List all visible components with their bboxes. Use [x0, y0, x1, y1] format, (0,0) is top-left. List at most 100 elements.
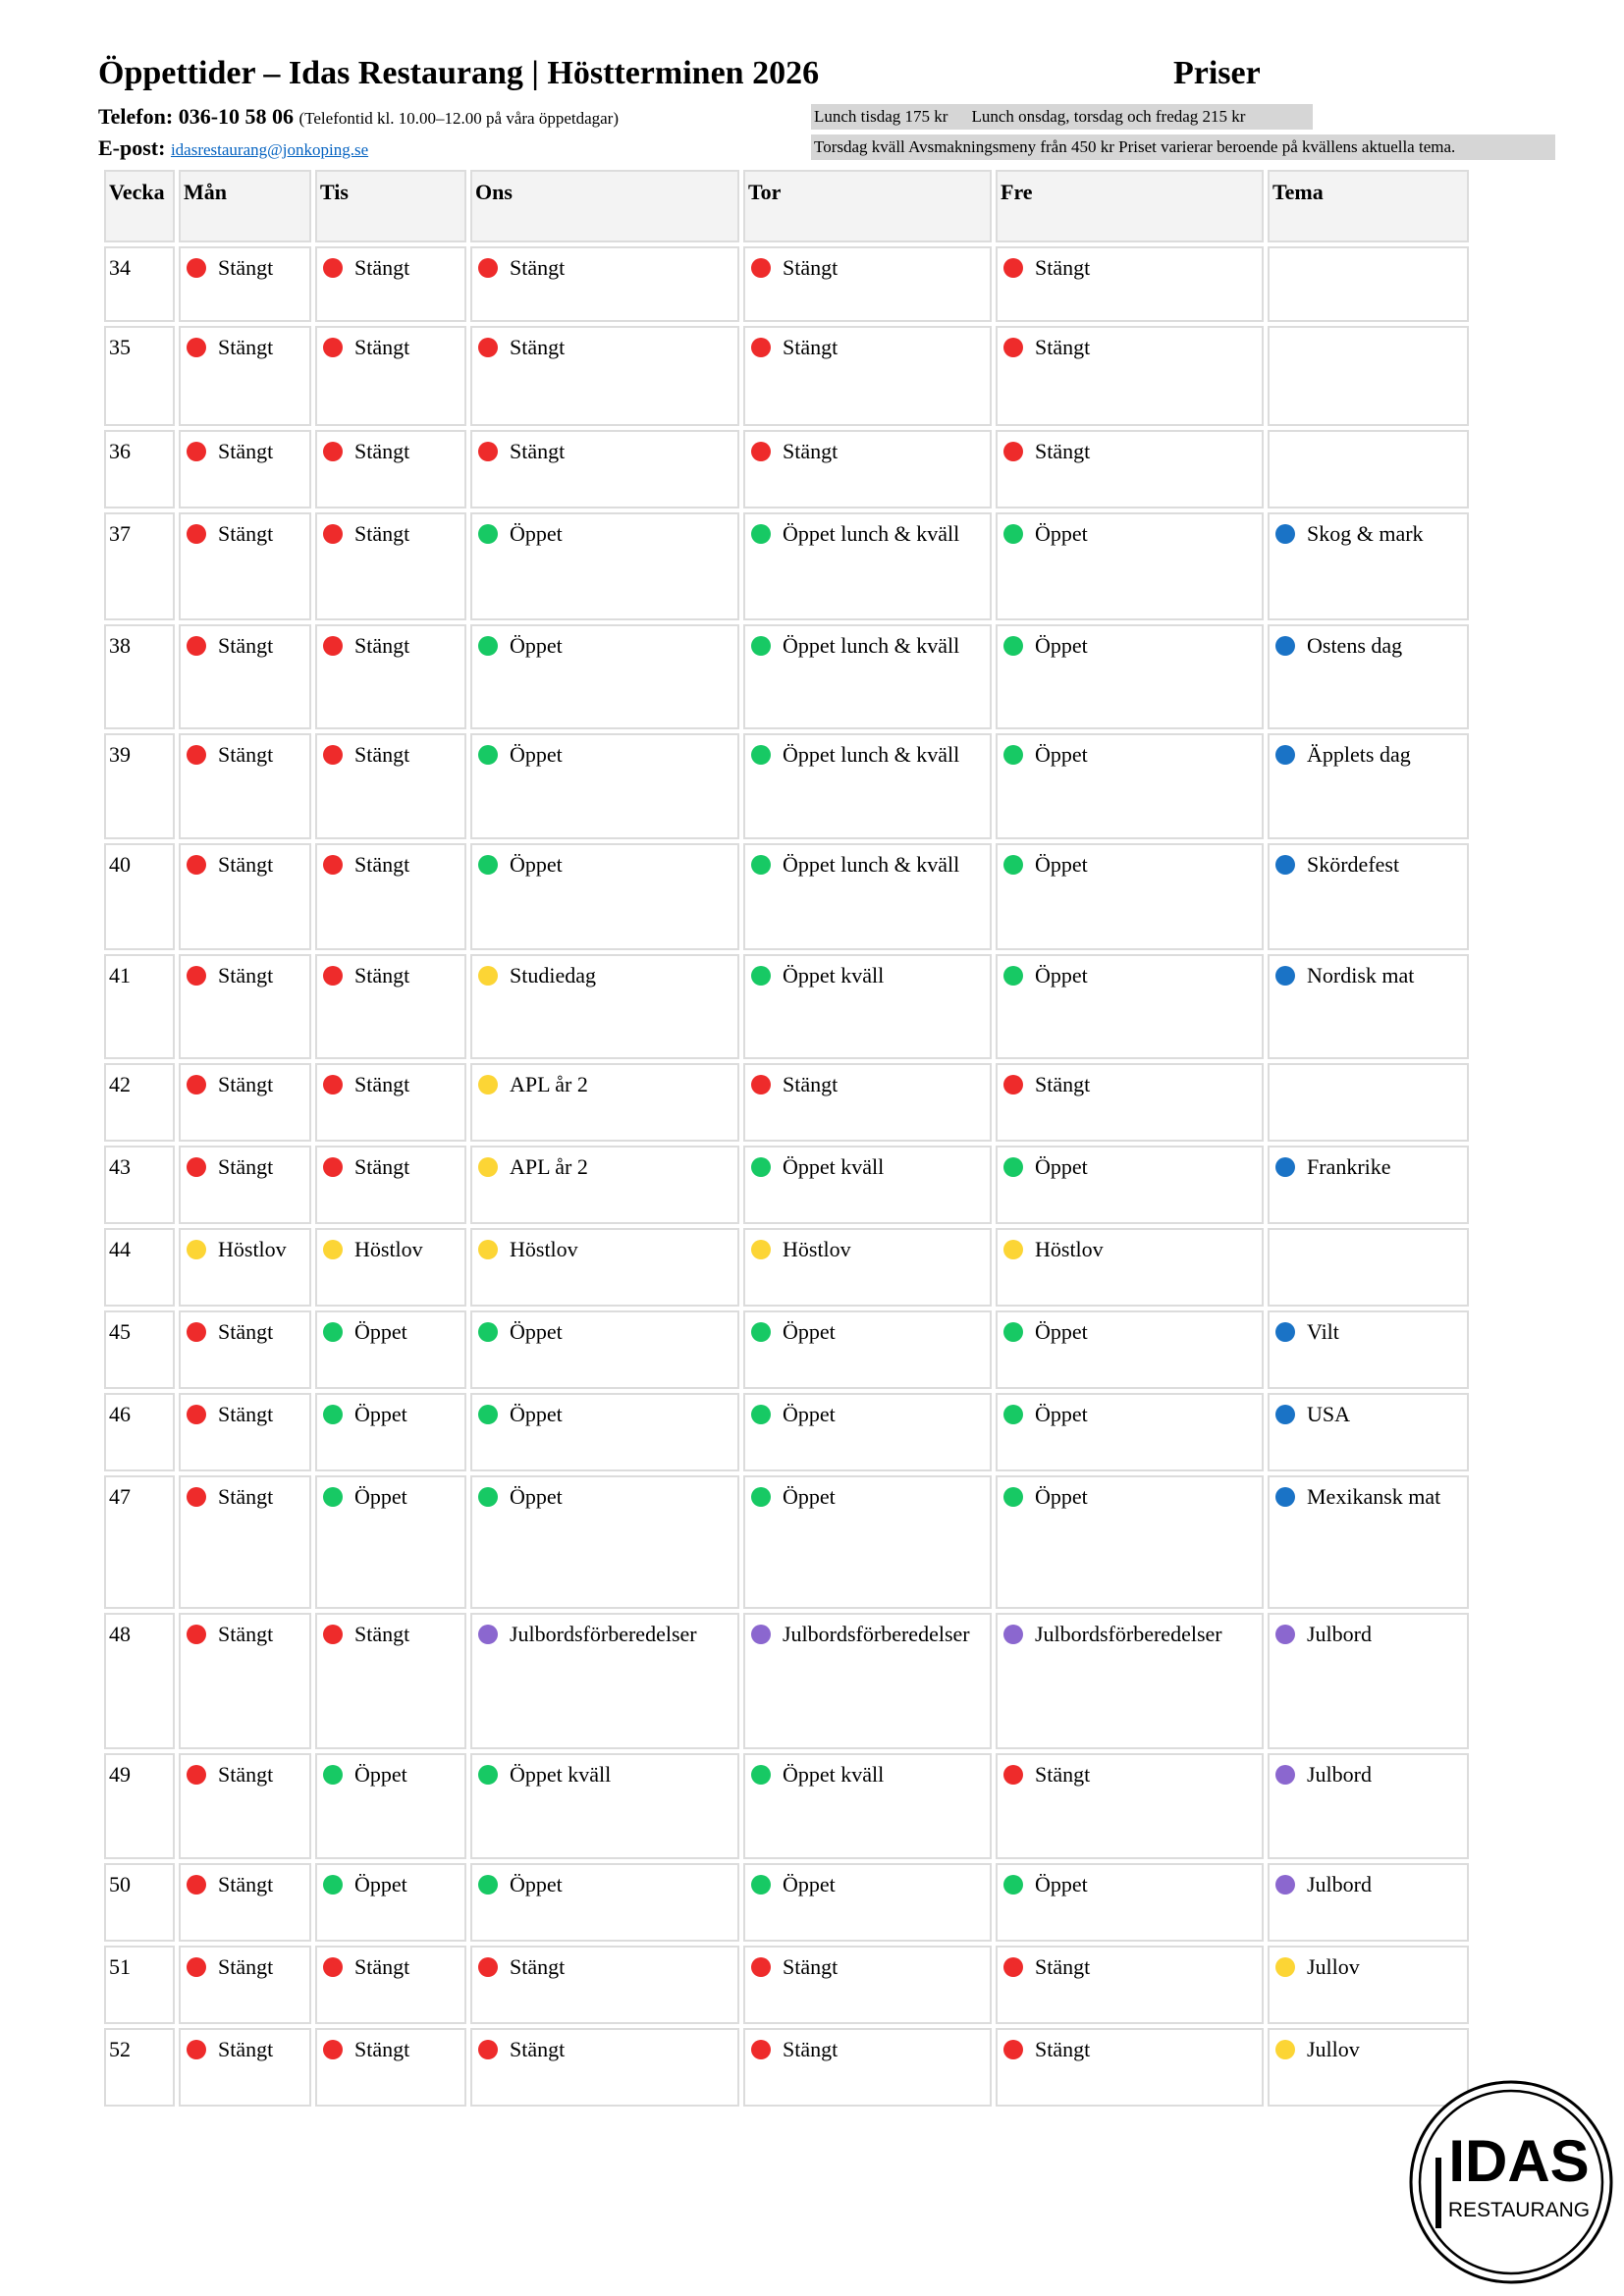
status-label: Stängt [510, 255, 566, 280]
status-label: Stängt [218, 1954, 274, 1979]
table-row: 49 Stängt Öppet Öppet kväll Öppet kväll Stäng… [104, 1753, 1469, 1859]
mon-status-cell: Stängt [179, 1613, 311, 1749]
fri-status-cell: Stängt [996, 326, 1264, 426]
status-dot-icon [187, 258, 206, 278]
phone-number[interactable]: 036-10 58 06 [179, 104, 294, 129]
status-dot-icon [323, 1157, 343, 1177]
wed-status-cell: Stängt [470, 1946, 739, 2024]
status-dot-icon [1003, 636, 1023, 656]
status-label: Öppet [1035, 963, 1088, 988]
status-dot-icon [187, 966, 206, 986]
fri-status-cell: Öppet [996, 843, 1264, 950]
tue-status-cell: Stängt [315, 512, 466, 620]
theme-cell [1268, 246, 1469, 322]
table-row: 38 Stängt Stängt Öppet Öppet lunch & kväll Öp… [104, 624, 1469, 729]
status-dot-icon [1275, 1957, 1295, 1977]
fri-status-cell: Öppet [996, 1310, 1264, 1389]
theme-cell [1268, 1228, 1469, 1307]
status-dot-icon [478, 1625, 498, 1644]
thu-status-cell: Öppet [743, 1863, 992, 1942]
status-dot-icon [751, 1957, 771, 1977]
thu-status-cell: Stängt [743, 2028, 992, 2107]
status-dot-icon [1275, 2040, 1295, 2059]
status-label: Stängt [218, 633, 274, 658]
status-label: Stängt [354, 742, 410, 767]
status-dot-icon [751, 966, 771, 986]
status-dot-icon [323, 442, 343, 461]
status-label: Julbordsförberedelser [510, 1622, 697, 1646]
tue-status-cell: Stängt [315, 326, 466, 426]
status-dot-icon [1275, 745, 1295, 765]
status-label: Öppet [783, 1484, 836, 1509]
thu-status-cell: Öppet [743, 1310, 992, 1389]
status-dot-icon [323, 855, 343, 875]
fri-status-cell: Öppet [996, 733, 1264, 839]
mon-status-cell: Stängt [179, 843, 311, 950]
mon-status-cell: Stängt [179, 326, 311, 426]
wed-status-cell: Stängt [470, 2028, 739, 2107]
status-dot-icon [323, 745, 343, 765]
tue-status-cell: Stängt [315, 1063, 466, 1142]
status-dot-icon [187, 1157, 206, 1177]
status-dot-icon [1275, 1487, 1295, 1507]
wed-status-cell: Stängt [470, 246, 739, 322]
theme-label: Julbord [1307, 1622, 1372, 1646]
lunch-tuesday-price: Lunch tisdag 175 kr [814, 107, 948, 126]
fri-status-cell: Öppet [996, 512, 1264, 620]
wed-status-cell: Öppet [470, 1310, 739, 1389]
status-dot-icon [187, 745, 206, 765]
mon-status-cell: Stängt [179, 1475, 311, 1609]
status-dot-icon [751, 1405, 771, 1424]
status-label: Stängt [354, 2037, 410, 2061]
status-label: Öppet lunch & kväll [783, 633, 960, 658]
status-dot-icon [323, 1625, 343, 1644]
status-dot-icon [1003, 338, 1023, 357]
status-dot-icon [1003, 258, 1023, 278]
thu-status-cell: Öppet kväll [743, 954, 992, 1059]
mon-status-cell: Höstlov [179, 1228, 311, 1307]
status-dot-icon [187, 338, 206, 357]
status-dot-icon [751, 2040, 771, 2059]
status-dot-icon [1003, 1157, 1023, 1177]
thu-status-cell: Stängt [743, 1063, 992, 1142]
fri-status-cell: Öppet [996, 1475, 1264, 1609]
status-dot-icon [751, 1322, 771, 1342]
status-label: Stängt [783, 255, 839, 280]
status-label: Höstlov [218, 1237, 287, 1261]
status-dot-icon [1003, 1957, 1023, 1977]
status-label: Öppet kväll [783, 1762, 885, 1787]
status-label: Stängt [354, 633, 410, 658]
week-number: 48 [104, 1613, 175, 1749]
status-dot-icon [1275, 524, 1295, 544]
week-number: 39 [104, 733, 175, 839]
mon-status-cell: Stängt [179, 624, 311, 729]
status-dot-icon [1275, 1405, 1295, 1424]
status-dot-icon [187, 1322, 206, 1342]
tue-status-cell: Öppet [315, 1753, 466, 1859]
status-dot-icon [323, 1240, 343, 1259]
status-label: Öppet kväll [510, 1762, 612, 1787]
status-label: Stängt [354, 1954, 410, 1979]
table-row: 36 Stängt Stängt Stängt Stängt Stängt [104, 430, 1469, 508]
theme-label: Äpplets dag [1307, 742, 1411, 767]
status-label: Höstlov [1035, 1237, 1104, 1261]
email-link[interactable]: idasrestaurang@jonkoping.se [171, 140, 368, 159]
tue-status-cell: Stängt [315, 954, 466, 1059]
status-label: Öppet [510, 1872, 563, 1896]
status-label: Stängt [1035, 255, 1091, 280]
theme-cell: Nordisk mat [1268, 954, 1469, 1059]
status-dot-icon [1003, 1765, 1023, 1785]
status-dot-icon [751, 524, 771, 544]
status-label: Öppet [510, 1402, 563, 1426]
table-row: 47 Stängt Öppet Öppet Öppet Öppet Mexikansk ma… [104, 1475, 1469, 1609]
theme-label: Nordisk mat [1307, 963, 1415, 988]
table-row: 45 Stängt Öppet Öppet Öppet Öppet Vilt [104, 1310, 1469, 1389]
logo-subtitle: RESTAURANG [1448, 2199, 1590, 2221]
status-dot-icon [751, 855, 771, 875]
table-row: 37 Stängt Stängt Öppet Öppet lunch & kväll Öp… [104, 512, 1469, 620]
status-label: Stängt [354, 1622, 410, 1646]
week-number: 52 [104, 2028, 175, 2107]
status-label: Stängt [218, 2037, 274, 2061]
status-dot-icon [187, 1625, 206, 1644]
status-dot-icon [1003, 1625, 1023, 1644]
